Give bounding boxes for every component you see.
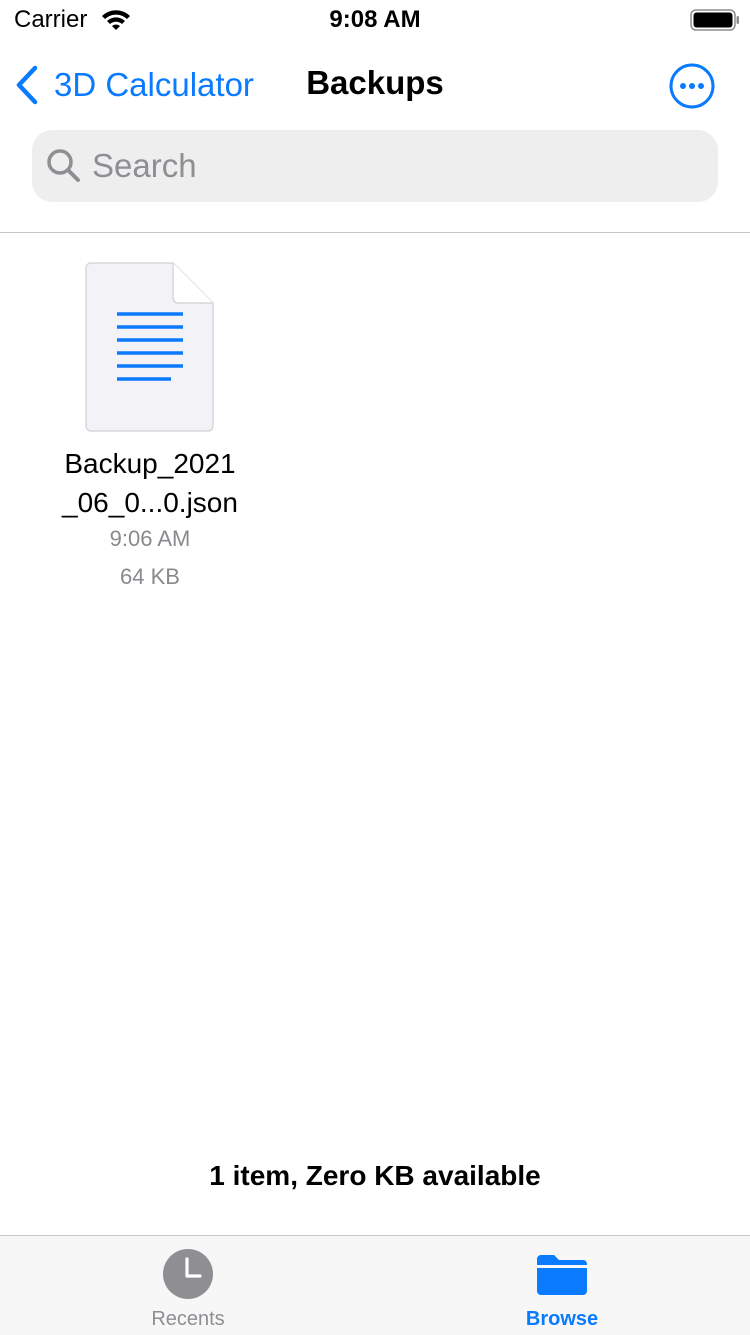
search-input[interactable] — [92, 130, 692, 202]
search-icon — [47, 149, 80, 182]
file-name: Backup_2021 _06_0...0.json — [62, 448, 238, 518]
folder-icon — [537, 1255, 587, 1295]
more-options-icon[interactable] — [669, 63, 715, 109]
file-size: 64 KB — [120, 564, 180, 589]
search-bar[interactable] — [32, 130, 718, 202]
clock-icon — [163, 1249, 213, 1299]
item-count: 1 item, Zero KB available — [209, 1160, 541, 1191]
tab-label: Recents — [151, 1308, 225, 1330]
tab-browse[interactable]: Browse — [437, 1236, 687, 1335]
file-item[interactable]: Backup_2021 _06_0...0.json 9:06 AM 64 KB — [40, 258, 260, 598]
tab-recents[interactable]: Recents — [63, 1236, 313, 1335]
tab-label: Browse — [525, 1308, 599, 1330]
battery-icon — [690, 9, 739, 31]
tab-bar: Recents Browse — [0, 1235, 750, 1335]
file-time: 9:06 AM — [109, 526, 191, 551]
status-time: 9:08 AM — [329, 6, 421, 33]
divider — [0, 232, 750, 233]
page-title: Backups — [306, 64, 444, 101]
document-icon — [85, 262, 214, 432]
